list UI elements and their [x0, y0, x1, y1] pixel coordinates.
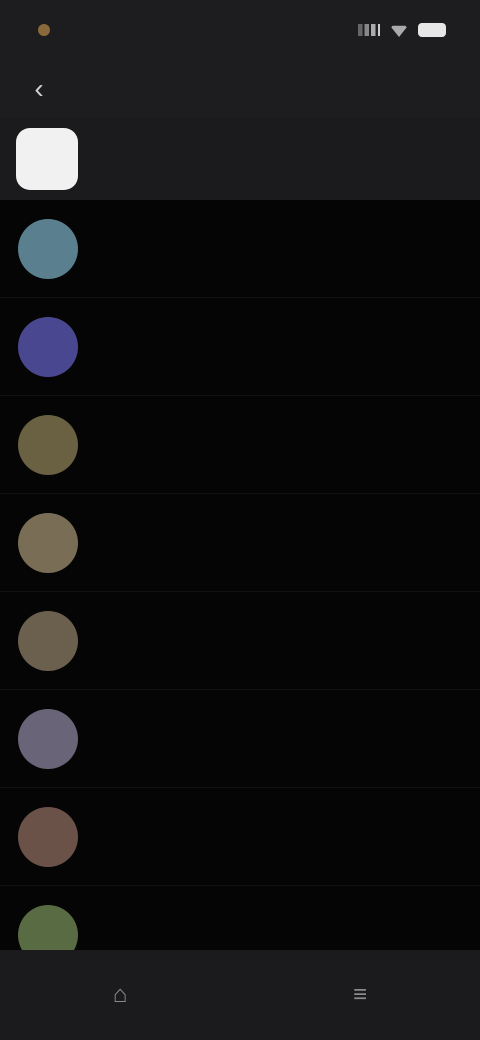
list-item-text — [98, 322, 448, 330]
back-button[interactable]: ‹ — [22, 72, 56, 106]
list-item-text — [98, 518, 448, 526]
status-bar — [0, 0, 480, 60]
tab-first[interactable] — [96, 118, 272, 200]
phone-screen: ‹ ⌂ ≡ — [0, 0, 480, 1040]
bottom-navigation: ⌂ ≡ — [0, 950, 480, 1040]
top-app-bar: ‹ — [0, 60, 480, 118]
nav-menu[interactable]: ≡ — [315, 965, 405, 1025]
avatar — [18, 218, 78, 279]
list-item[interactable] — [0, 592, 480, 690]
list-item[interactable] — [0, 690, 480, 788]
avatar — [18, 414, 78, 475]
status-left — [38, 24, 58, 36]
wifi-icon — [390, 25, 408, 37]
avatar — [18, 806, 78, 867]
contact-list — [0, 200, 480, 984]
avatar — [18, 316, 78, 377]
avatar — [18, 512, 78, 573]
list-item-text — [98, 812, 448, 820]
tab-second[interactable] — [292, 118, 442, 200]
list-item-text — [98, 616, 448, 624]
list-item[interactable] — [0, 200, 480, 298]
profile-avatar[interactable] — [16, 128, 78, 190]
back-arrow-icon: ‹ — [34, 73, 44, 104]
list-item-text — [98, 910, 448, 918]
list-item[interactable] — [0, 396, 480, 494]
list-item[interactable] — [0, 494, 480, 592]
nav-home[interactable]: ⌂ — [75, 965, 165, 1025]
menu-icon: ≡ — [352, 981, 367, 1008]
status-indicator-icon — [38, 24, 50, 36]
avatar — [18, 610, 78, 671]
list-item-text — [98, 714, 448, 722]
list-item[interactable] — [0, 788, 480, 886]
list-item-text — [98, 420, 448, 428]
signal-icon — [358, 24, 380, 36]
battery-icon — [418, 23, 446, 37]
home-icon: ⌂ — [112, 981, 128, 1008]
list-item-text — [98, 224, 448, 232]
status-icons — [358, 23, 446, 37]
profile-tabs — [0, 118, 480, 200]
list-item[interactable] — [0, 298, 480, 396]
avatar — [18, 708, 78, 769]
